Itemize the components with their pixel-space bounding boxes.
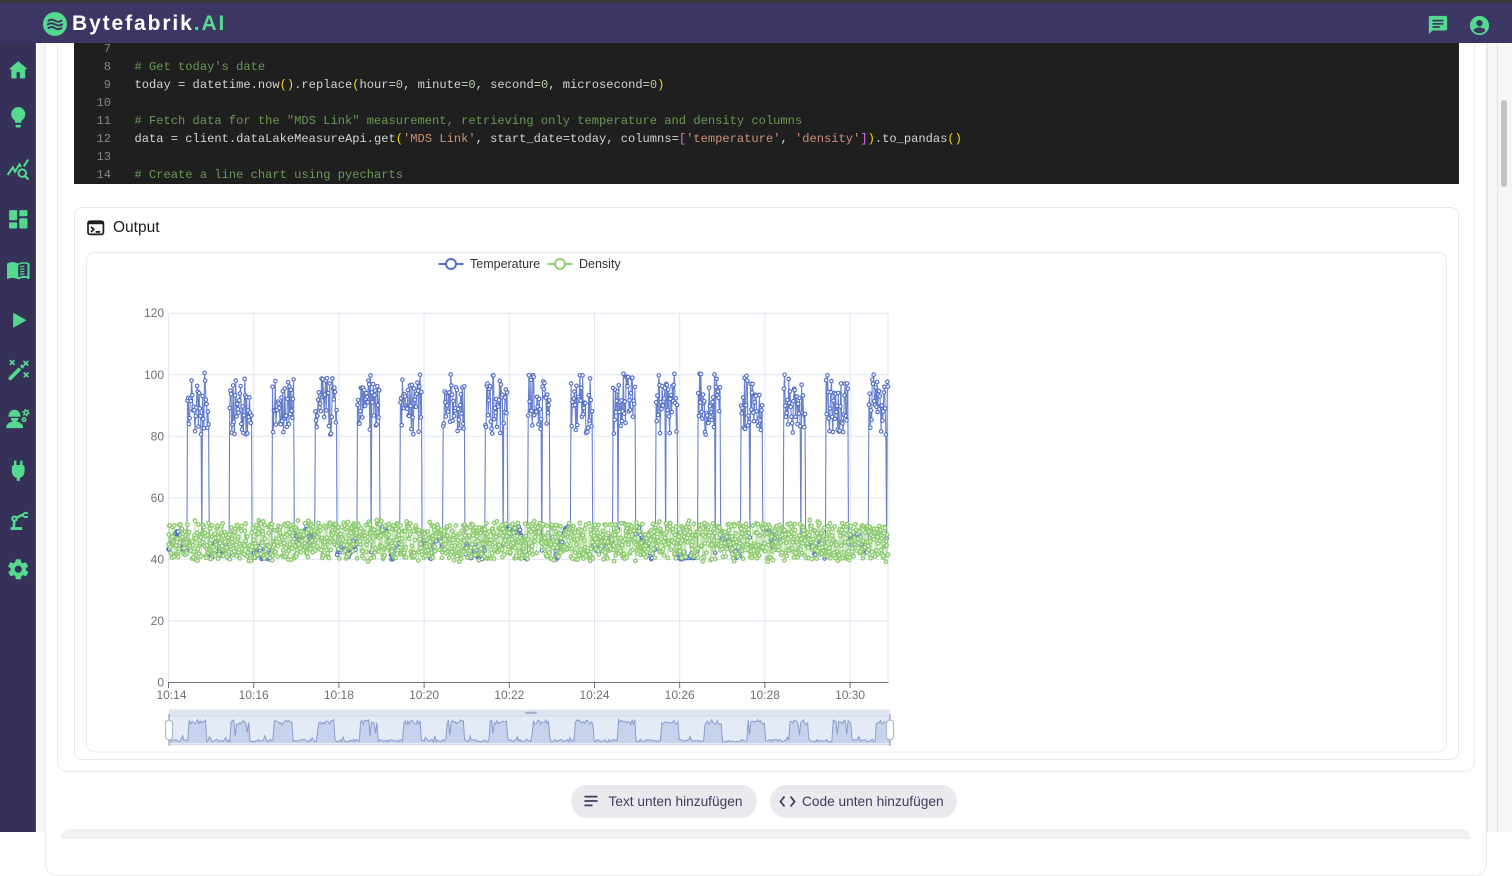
svg-text:10:18: 10:18 xyxy=(324,688,354,702)
svg-text:120: 120 xyxy=(144,306,164,320)
svg-text:80: 80 xyxy=(151,429,165,443)
svg-text:10:30: 10:30 xyxy=(835,688,865,702)
svg-text:10:28: 10:28 xyxy=(750,688,780,702)
svg-text:Temperature: Temperature xyxy=(470,257,540,271)
svg-text:40: 40 xyxy=(151,552,165,566)
svg-text:10:16: 10:16 xyxy=(239,688,269,702)
svg-text:100: 100 xyxy=(144,368,164,382)
svg-text:10:14: 10:14 xyxy=(156,688,186,702)
svg-text:20: 20 xyxy=(151,614,165,628)
svg-text:10:22: 10:22 xyxy=(494,688,524,702)
svg-text:10:20: 10:20 xyxy=(409,688,439,702)
svg-text:10:26: 10:26 xyxy=(665,688,695,702)
svg-text:Density: Density xyxy=(579,257,621,271)
svg-text:60: 60 xyxy=(151,491,165,505)
svg-text:10:24: 10:24 xyxy=(579,688,609,702)
